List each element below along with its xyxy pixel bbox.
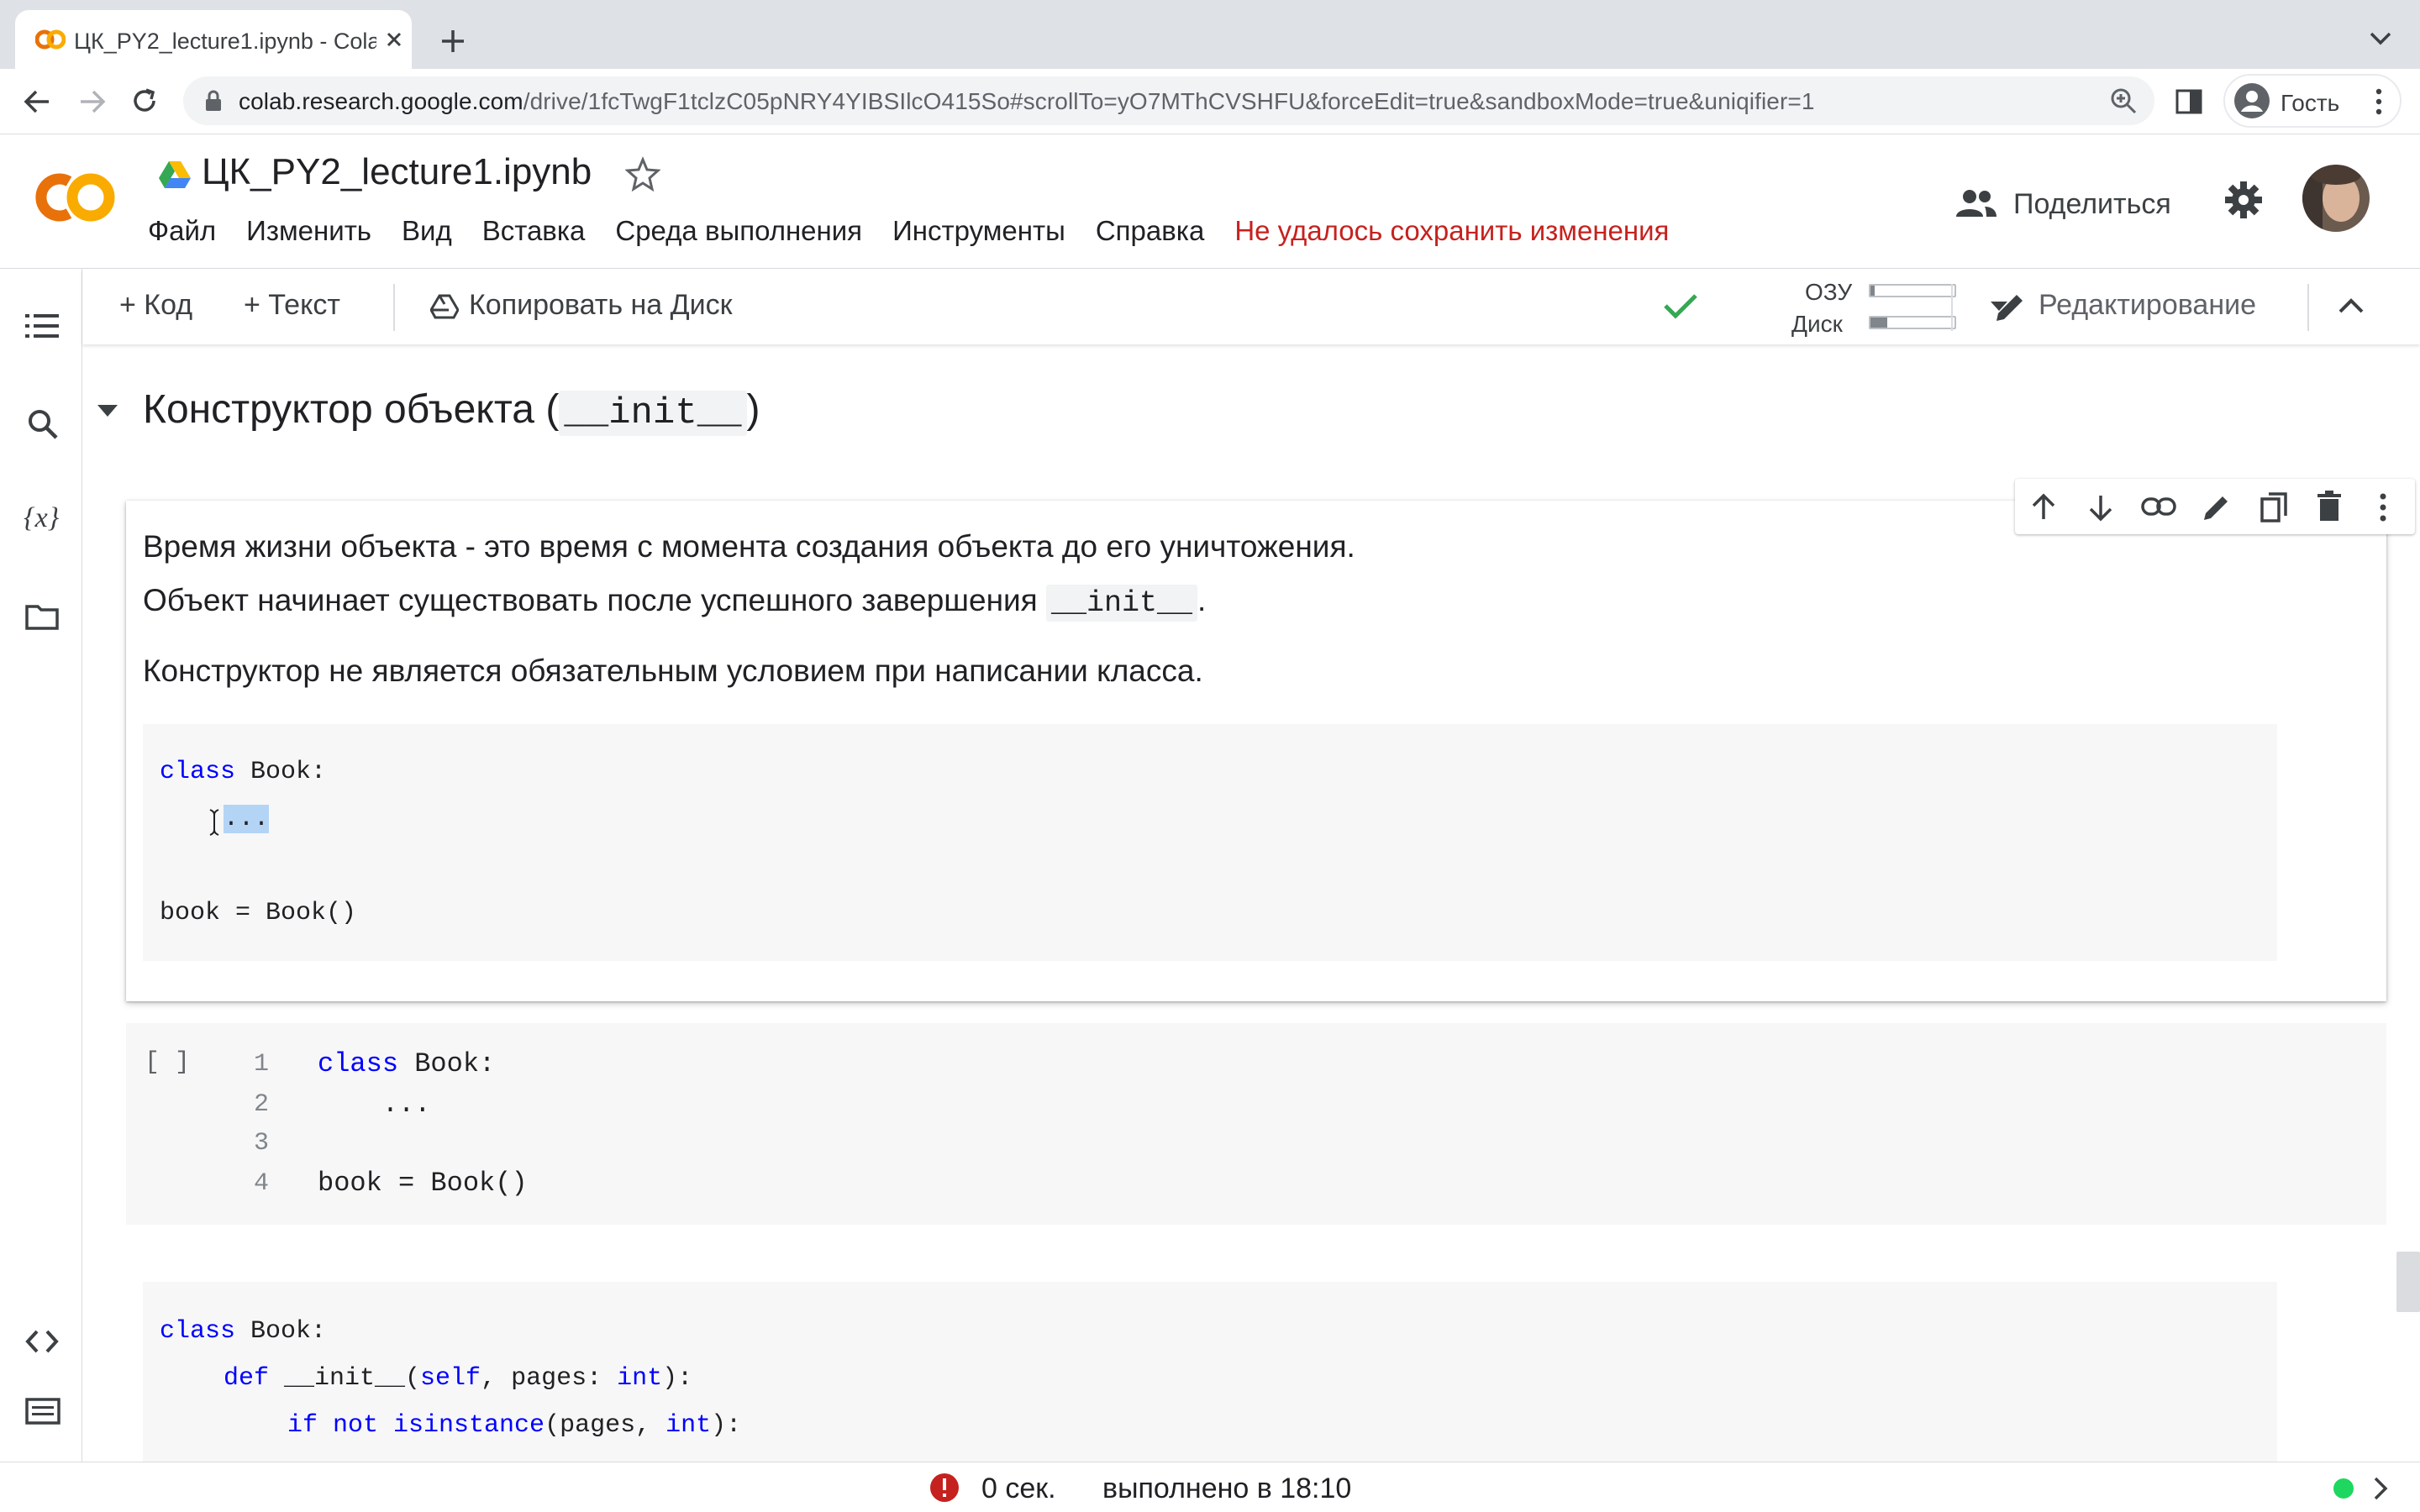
variables-icon[interactable]: {x}: [24, 502, 59, 534]
files-folder-icon[interactable]: [25, 603, 59, 630]
pencil-icon: [1993, 291, 2027, 324]
mirror-cell-icon[interactable]: [2259, 491, 2289, 524]
code-line: def __init__(self, pages: int):: [224, 1364, 693, 1393]
text-cursor-icon: [208, 808, 220, 837]
markdown-paragraph: Объект начинает существовать после успеш…: [143, 583, 1207, 622]
section-heading: Конструктор объекта (__init__): [143, 387, 760, 436]
status-chevron-icon[interactable]: [2373, 1476, 2388, 1501]
disk-usage-fill: [1870, 318, 1887, 328]
tab-title: ЦК_PY2_lecture1.ipynb - Colab: [74, 29, 376, 54]
tab-search-chevron-icon[interactable]: [2368, 30, 2393, 47]
markdown-code-block: class Book: ... book = Book(): [143, 724, 2277, 961]
notebook-title[interactable]: ЦК_PY2_lecture1.ipynb: [202, 151, 592, 193]
move-up-arrow-icon[interactable]: [2028, 492, 2059, 522]
table-of-contents-icon[interactable]: [25, 312, 59, 339]
code-line[interactable]: class Book:: [318, 1048, 495, 1079]
menu-insert[interactable]: Вставка: [482, 215, 586, 249]
section-collapse-icon[interactable]: [96, 403, 119, 418]
drive-outline-icon: [430, 294, 459, 319]
ram-usage-bar: [1869, 284, 1956, 297]
link-icon[interactable]: [2141, 496, 2176, 517]
menu-bar: Файл Изменить Вид Вставка Среда выполнен…: [148, 215, 1699, 249]
markdown-paragraph: Конструктор не является обязательным усл…: [143, 654, 1203, 688]
left-sidebar: {x}: [0, 269, 82, 1462]
back-arrow-icon[interactable]: [22, 87, 52, 116]
browser-menu-icon[interactable]: [2373, 87, 2385, 116]
code-line: class Book:: [160, 758, 327, 786]
code-line: book = Book(): [160, 899, 357, 927]
edit-pencil-icon[interactable]: [2202, 492, 2232, 522]
menu-edit[interactable]: Изменить: [246, 215, 371, 249]
collapse-header-chevron-icon[interactable]: [2338, 297, 2365, 314]
forward-arrow-icon[interactable]: [77, 87, 108, 116]
settings-gear-icon[interactable]: [2223, 180, 2264, 220]
code-snippets-icon[interactable]: [25, 1329, 59, 1354]
toolbar-divider: [1951, 284, 1953, 331]
code-line: ...: [224, 805, 270, 833]
google-drive-icon[interactable]: [158, 160, 192, 190]
terminal-icon[interactable]: [25, 1398, 60, 1425]
new-tab-icon[interactable]: [439, 27, 467, 55]
menu-view[interactable]: Вид: [402, 215, 452, 249]
lock-icon[interactable]: [203, 89, 224, 113]
notebook-content: Конструктор объекта (__init__) Время жиз…: [82, 344, 2420, 1462]
reload-icon[interactable]: [129, 86, 160, 116]
profile-avatar-icon: [2233, 82, 2270, 119]
run-cell-indicator[interactable]: [ ]: [145, 1048, 190, 1077]
url-text: colab.research.google.com/drive/1fcTwgF1…: [239, 88, 1815, 114]
scrollbar-thumb[interactable]: [2396, 1252, 2420, 1312]
colab-favicon-icon: [35, 29, 66, 50]
selected-text: ...: [224, 805, 270, 833]
side-panel-icon[interactable]: [2175, 87, 2203, 116]
toolbar-divider: [393, 284, 395, 331]
code-line: if not isinstance(pages, int):: [287, 1411, 742, 1440]
colab-header: ЦК_PY2_lecture1.ipynb Файл Изменить Вид …: [0, 134, 2420, 269]
menu-runtime[interactable]: Среда выполнения: [615, 215, 862, 249]
markdown-code-block: class Book: def __init__(self, pages: in…: [143, 1282, 2277, 1462]
user-avatar[interactable]: [2302, 165, 2370, 232]
toolbar-divider: [2307, 284, 2309, 331]
code-cell[interactable]: [ ] 1 2 3 4 class Book: ... book = Book(…: [126, 1023, 2386, 1225]
browser-toolbar: colab.research.google.com/drive/1fcTwgF1…: [0, 69, 2420, 134]
ram-usage-fill: [1870, 286, 1875, 296]
menu-file[interactable]: Файл: [148, 215, 216, 249]
delete-trash-icon[interactable]: [2316, 491, 2343, 522]
browser-tab[interactable]: ЦК_PY2_lecture1.ipynb - Colab: [15, 10, 412, 69]
zoom-icon[interactable]: [2109, 87, 2138, 115]
text-cell[interactable]: Время жизни объекта - это время с момент…: [126, 479, 2415, 1001]
star-icon[interactable]: [625, 156, 660, 192]
save-error-message[interactable]: Не удалось сохранить изменения: [1234, 215, 1669, 249]
add-code-cell-button[interactable]: + Код: [119, 289, 192, 322]
add-text-cell-button[interactable]: + Текст: [244, 289, 340, 322]
connected-check-icon: [1662, 291, 1699, 321]
execution-time[interactable]: 0 сек.: [981, 1473, 1056, 1505]
disk-usage-bar: [1869, 316, 1956, 329]
browser-tab-bar: ЦК_PY2_lecture1.ipynb - Colab: [0, 0, 2420, 69]
resources-indicator[interactable]: ОЗУ Диск: [1704, 274, 2007, 341]
code-line[interactable]: ...: [318, 1089, 431, 1120]
move-down-arrow-icon[interactable]: [2086, 492, 2116, 522]
tab-close-icon[interactable]: [383, 29, 405, 50]
execution-completed[interactable]: выполнено в 18:10: [1102, 1473, 1351, 1505]
notebook-toolbar: + Код + Текст Копировать на Диск ОЗУ Дис…: [82, 269, 2420, 344]
markdown-paragraph: Время жизни объекта - это время с момент…: [143, 529, 1355, 564]
connection-status-dot-icon: [2333, 1478, 2354, 1499]
code-line[interactable]: book = Book(): [318, 1168, 528, 1199]
error-alert-icon[interactable]: [929, 1473, 960, 1503]
address-bar[interactable]: colab.research.google.com/drive/1fcTwgF1…: [183, 76, 2154, 125]
more-options-icon[interactable]: [2378, 492, 2388, 522]
search-icon[interactable]: [27, 408, 59, 440]
cell-actions-toolbar: [2015, 479, 2415, 534]
code-line: class Book:: [160, 1317, 327, 1346]
people-icon: [1954, 188, 1998, 218]
colab-logo[interactable]: [30, 168, 118, 227]
menu-tools[interactable]: Инструменты: [892, 215, 1065, 249]
menu-help[interactable]: Справка: [1096, 215, 1204, 249]
status-bar: 0 сек. выполнено в 18:10: [0, 1462, 2420, 1512]
